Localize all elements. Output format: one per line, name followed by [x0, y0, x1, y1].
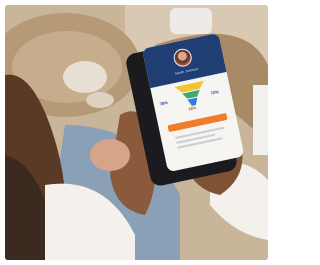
stat-center: 68% [188, 105, 197, 112]
stat-left: 78% [159, 99, 169, 107]
funnel-top [174, 80, 204, 93]
seashell-decor [63, 61, 107, 93]
text-line [177, 137, 223, 149]
baby-hand [90, 139, 130, 171]
cup [170, 8, 212, 34]
stat-right: 72% [210, 89, 220, 96]
paper-card [253, 85, 268, 155]
photo-frame: Sarah Johnson 78% 72% 68% [5, 5, 268, 260]
seashell-decor-2 [86, 92, 114, 108]
avatar [172, 47, 194, 69]
